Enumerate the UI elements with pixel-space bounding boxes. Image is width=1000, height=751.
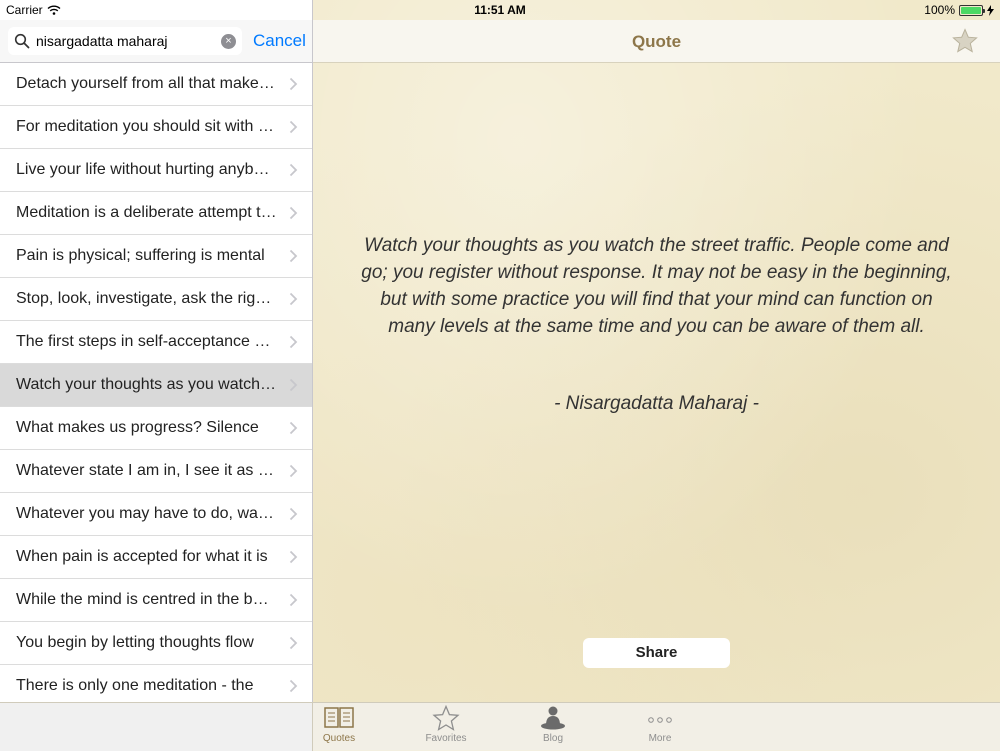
cancel-search-button[interactable]: Cancel <box>253 31 306 51</box>
quote-list-item-label: There is only one meditation - the <box>16 677 254 694</box>
chevron-right-icon <box>289 507 298 521</box>
quote-list-item[interactable]: While the mind is centred in the body <box>0 579 312 622</box>
quote-list-item-label: While the mind is centred in the body <box>16 591 279 608</box>
quote-list-item-label: Watch your thoughts as you watch the str… <box>16 376 289 393</box>
quote-list-item-label: Whatever you may have to do, watch it <box>16 505 289 522</box>
chevron-right-icon <box>289 292 298 306</box>
tab-quotes[interactable]: Quotes <box>304 705 374 744</box>
quote-list-item-label: You begin by letting thoughts flow <box>16 634 254 651</box>
quote-list-item-label: What makes us progress? Silence <box>16 419 259 436</box>
battery-percentage: 100% <box>924 3 955 17</box>
quote-detail-panel: Quote Watch your thoughts as you watch t… <box>313 0 1000 702</box>
chevron-right-icon <box>289 249 298 263</box>
battery-icon <box>959 4 985 16</box>
tab-favorites[interactable]: Favorites <box>411 705 481 744</box>
share-button[interactable]: Share <box>583 638 730 668</box>
tab-bar-sidebar-section <box>0 703 313 751</box>
chevron-right-icon <box>289 593 298 607</box>
chevron-right-icon <box>289 679 298 693</box>
chevron-right-icon <box>289 77 298 91</box>
tab-more[interactable]: More <box>625 705 695 744</box>
quote-list-item[interactable]: Whatever state I am in, I see it as a st… <box>0 450 312 493</box>
quote-list-item-label: Meditation is a deliberate attempt to pi… <box>16 204 289 221</box>
tab-label: Favorites <box>425 733 467 744</box>
quote-list-item-label: Pain is physical; suffering is mental <box>16 247 265 264</box>
quote-list-item[interactable]: When pain is accepted for what it is <box>0 536 312 579</box>
chevron-right-icon <box>289 550 298 564</box>
quote-list-item-label: When pain is accepted for what it is <box>16 548 268 565</box>
chevron-right-icon <box>289 636 298 650</box>
chevron-right-icon <box>289 421 298 435</box>
quote-list-item-label: Stop, look, investigate, ask the right q… <box>16 290 289 307</box>
search-bar: nisargadatta maharaj × Cancel <box>0 20 312 63</box>
chevron-right-icon <box>289 120 298 134</box>
chevron-right-icon <box>289 464 298 478</box>
quote-list-item[interactable]: What makes us progress? Silence <box>0 407 312 450</box>
quote-list-item[interactable]: Stop, look, investigate, ask the right q… <box>0 278 312 321</box>
tab-blog[interactable]: Blog <box>518 705 588 744</box>
quote-list-item-label: Whatever state I am in, I see it as a st… <box>16 462 289 479</box>
quote-list-item[interactable]: Pain is physical; suffering is mental <box>0 235 312 278</box>
nav-bar: Quote <box>313 20 1000 63</box>
quote-text: Watch your thoughts as you watch the str… <box>361 235 952 337</box>
tab-label: Blog <box>542 733 563 744</box>
quote-author: - Nisargadatta Maharaj - <box>554 393 759 414</box>
quote-list-item[interactable]: You begin by letting thoughts flow <box>0 622 312 665</box>
status-bar: Carrier 11:51 AM 100% <box>0 0 1000 20</box>
quote-list-item[interactable]: Detach yourself from all that makes you … <box>0 63 312 106</box>
search-query-text: nisargadatta maharaj <box>36 33 168 49</box>
quote-list: Detach yourself from all that makes you … <box>0 63 312 708</box>
favorite-star-icon[interactable] <box>952 28 978 54</box>
star-icon <box>432 705 460 731</box>
quote-list-item-label: Detach yourself from all that makes you … <box>16 75 289 92</box>
meditating-person-icon <box>541 706 565 730</box>
tab-label: More <box>648 733 672 744</box>
clear-search-icon[interactable]: × <box>221 33 236 49</box>
search-input[interactable]: nisargadatta maharaj × <box>8 27 242 55</box>
quote-list-item[interactable]: Meditation is a deliberate attempt to pi… <box>0 192 312 235</box>
chevron-right-icon <box>289 378 298 392</box>
quote-list-item[interactable]: For meditation you should sit with your … <box>0 106 312 149</box>
book-icon <box>324 707 354 728</box>
chevron-right-icon <box>289 206 298 220</box>
chevron-right-icon <box>289 335 298 349</box>
charging-bolt-icon <box>987 4 994 16</box>
quote-list-item-label: Live your life without hurting anybody <box>16 161 280 178</box>
quote-list-item-label: For meditation you should sit with your … <box>16 118 289 135</box>
quote-list-item[interactable]: Live your life without hurting anybody <box>0 149 312 192</box>
quote-list-item[interactable]: The first steps in self-acceptance are n… <box>0 321 312 364</box>
search-icon <box>14 33 30 49</box>
tab-label: Quotes <box>322 733 356 744</box>
quote-list-item[interactable]: Whatever you may have to do, watch it <box>0 493 312 536</box>
more-dots-icon <box>648 717 672 723</box>
nav-title: Quote <box>631 32 682 51</box>
quote-list-item-label: The first steps in self-acceptance are n… <box>16 333 289 350</box>
tab-bar: Quotes Favorites Blog More <box>0 702 1000 751</box>
status-time: 11:51 AM <box>474 3 526 17</box>
chevron-right-icon <box>289 163 298 177</box>
quote-list-item[interactable]: Watch your thoughts as you watch the str… <box>0 364 312 407</box>
quote-list-panel: nisargadatta maharaj × Cancel Detach you… <box>0 0 313 750</box>
